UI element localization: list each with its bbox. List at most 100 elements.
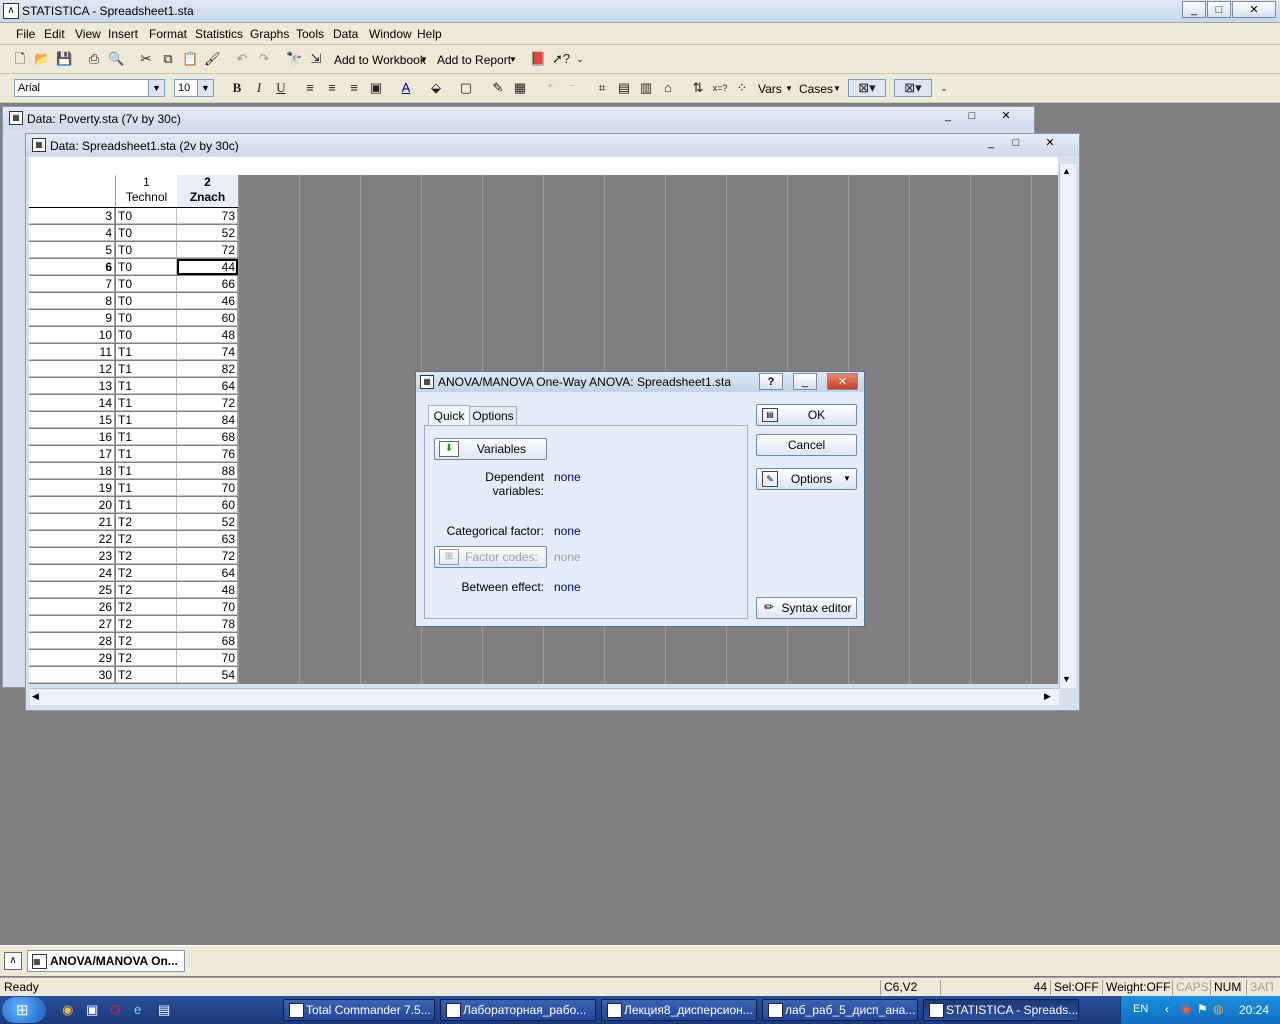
cell-znach[interactable]: 44: [177, 259, 238, 275]
copy-icon[interactable]: ⧉: [160, 51, 176, 67]
row-number[interactable]: 29: [29, 650, 115, 666]
cell-znach[interactable]: 76: [177, 446, 238, 462]
row-number[interactable]: 8: [29, 293, 115, 309]
cell-technol[interactable]: T2: [116, 548, 177, 564]
marking-ranges-icon[interactable]: ⊠▾: [894, 79, 932, 97]
cell-znach[interactable]: 64: [177, 565, 238, 581]
cell-znach[interactable]: 88: [177, 463, 238, 479]
menu-graphs[interactable]: Graphs: [250, 27, 289, 41]
cell-technol[interactable]: T1: [116, 480, 177, 496]
vars-button[interactable]: Vars: [758, 82, 782, 96]
cell-technol[interactable]: T2: [116, 514, 177, 530]
row-number[interactable]: 26: [29, 599, 115, 615]
align-right-icon[interactable]: ≡: [346, 80, 362, 96]
table-row[interactable]: 15 T1 84: [29, 412, 238, 429]
add-to-report-button[interactable]: Add to Report: [437, 53, 511, 67]
table-row[interactable]: 25 T2 48: [29, 582, 238, 599]
align-center-icon[interactable]: ≡: [324, 80, 340, 96]
menu-file[interactable]: File: [16, 27, 35, 41]
cell-znach[interactable]: 60: [177, 310, 238, 326]
tray-expand-icon[interactable]: ‹: [1165, 1002, 1169, 1016]
row-number[interactable]: 14: [29, 395, 115, 411]
column-header-znach[interactable]: 2 Znach: [177, 175, 239, 208]
crop-icon[interactable]: ⌗: [594, 80, 610, 96]
table-row[interactable]: 26 T2 70: [29, 599, 238, 616]
add-to-workbook-button[interactable]: Add to Workbook: [334, 53, 426, 67]
format-painter-icon[interactable]: 🖌: [204, 51, 221, 67]
row-number[interactable]: 5: [29, 242, 115, 258]
cell-technol[interactable]: T1: [116, 361, 177, 377]
empty-column[interactable]: [909, 175, 971, 684]
menu-statistics[interactable]: Statistics: [195, 27, 243, 41]
cell-technol[interactable]: T0: [116, 208, 177, 224]
row-number[interactable]: 17: [29, 446, 115, 462]
tab-quick[interactable]: Quick: [428, 405, 470, 426]
cell-technol[interactable]: T2: [116, 582, 177, 598]
table-row[interactable]: 21 T2 52: [29, 514, 238, 531]
menu-edit[interactable]: Edit: [44, 27, 65, 41]
statistica-app-icon[interactable]: ∧: [3, 3, 19, 19]
menu-help[interactable]: Help: [417, 27, 442, 41]
task-word-lab[interactable]: Лабораторная_рабо...: [440, 999, 596, 1021]
marker-icon[interactable]: ✎: [490, 80, 506, 96]
statistica-app-icon[interactable]: ∧: [4, 952, 22, 970]
scroll-down-icon[interactable]: ▼: [1062, 674, 1071, 684]
empty-column[interactable]: [299, 175, 361, 684]
scroll-left-icon[interactable]: ◀: [32, 691, 39, 702]
maximize-button[interactable]: □: [959, 109, 985, 124]
cell-technol[interactable]: T2: [116, 616, 177, 632]
cell-technol[interactable]: T2: [116, 531, 177, 547]
close-button[interactable]: ✕: [1232, 1, 1276, 18]
close-button[interactable]: ✕: [1037, 136, 1063, 151]
case-selection-icon[interactable]: x=?: [712, 80, 728, 96]
menu-view[interactable]: View: [75, 27, 101, 41]
table-row[interactable]: 17 T1 76: [29, 446, 238, 463]
mdi-task-anova[interactable]: ▦ ANOVA/MANOVA On...: [27, 950, 185, 972]
cell-technol[interactable]: T2: [116, 667, 177, 683]
cell-znach[interactable]: 48: [177, 582, 238, 598]
cell-technol[interactable]: T0: [116, 327, 177, 343]
tab-options[interactable]: Options: [469, 406, 517, 425]
row-number[interactable]: 24: [29, 565, 115, 581]
table-row[interactable]: 10 T0 48: [29, 327, 238, 344]
save-icon[interactable]: 💾: [56, 51, 72, 67]
sort-icon[interactable]: ⇅: [690, 80, 706, 96]
cell-znach[interactable]: 70: [177, 480, 238, 496]
row-number[interactable]: 28: [29, 633, 115, 649]
cases-button[interactable]: Cases: [799, 82, 833, 96]
tray-network-icon[interactable]: ◍: [1213, 1002, 1223, 1016]
row-number[interactable]: 13: [29, 378, 115, 394]
row-number[interactable]: 11: [29, 344, 115, 360]
row-number[interactable]: 10: [29, 327, 115, 343]
table-row[interactable]: 16 T1 68: [29, 429, 238, 446]
cell-znach[interactable]: 70: [177, 650, 238, 666]
table-row[interactable]: 5 T0 72: [29, 242, 238, 259]
table-row[interactable]: 28 T2 68: [29, 633, 238, 650]
table-row[interactable]: 27 T2 78: [29, 616, 238, 633]
minimize-button[interactable]: _: [978, 136, 1004, 151]
empty-column[interactable]: [360, 175, 422, 684]
print-icon[interactable]: ⎙: [86, 51, 102, 67]
table-row[interactable]: 3 T0 73: [29, 208, 238, 225]
ie-icon[interactable]: e: [134, 1002, 141, 1017]
cancel-button[interactable]: Cancel: [756, 434, 857, 456]
quicklaunch-icon-1[interactable]: ◉: [62, 1002, 73, 1018]
chevron-down-icon[interactable]: ▼: [833, 84, 841, 93]
graph-icon-2[interactable]: ▥: [638, 80, 654, 96]
increase-decimal-icon[interactable]: ⁺: [542, 80, 558, 96]
row-number[interactable]: 19: [29, 480, 115, 496]
menu-window[interactable]: Window: [369, 27, 412, 41]
book-icon[interactable]: 📕: [530, 51, 546, 67]
row-number[interactable]: 16: [29, 429, 115, 445]
table-row[interactable]: 18 T1 88: [29, 463, 238, 480]
cell-technol[interactable]: T2: [116, 633, 177, 649]
table-row[interactable]: 4 T0 52: [29, 225, 238, 242]
cell-technol[interactable]: T0: [116, 259, 177, 275]
cell-technol[interactable]: T1: [116, 429, 177, 445]
cell-znach[interactable]: 54: [177, 667, 238, 683]
table-row[interactable]: 12 T1 82: [29, 361, 238, 378]
new-file-icon[interactable]: 🗋: [12, 51, 28, 67]
chevron-down-icon[interactable]: ▼: [785, 84, 793, 93]
task-total-commander[interactable]: Total Commander 7.5...: [283, 999, 435, 1021]
marking-cells-icon[interactable]: ⊠▾: [848, 79, 886, 97]
